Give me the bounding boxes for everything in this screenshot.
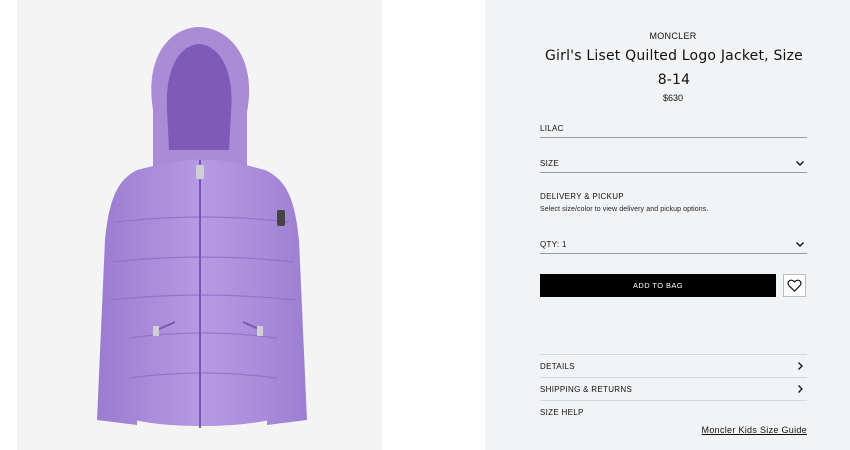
color-label: LILAC xyxy=(540,124,564,133)
size-help-label: SIZE HELP xyxy=(540,408,584,417)
quantity-dropdown[interactable]: QTY: 1 xyxy=(540,233,807,254)
qty-label: QTY: 1 xyxy=(540,240,567,249)
heart-icon xyxy=(787,279,802,292)
size-help-section: SIZE HELP Moncler Kids Size Guide xyxy=(540,400,807,441)
size-guide-link[interactable]: Moncler Kids Size Guide xyxy=(702,425,807,435)
details-accordion[interactable]: DETAILS xyxy=(540,354,807,378)
shipping-returns-accordion[interactable]: SHIPPING & RETURNS xyxy=(540,377,807,401)
product-price: $630 xyxy=(662,93,684,103)
color-selector[interactable]: LILAC xyxy=(540,117,807,138)
product-title: Girl's Liset Quilted Logo Jacket, Size 8… xyxy=(544,48,803,88)
chevron-down-icon xyxy=(796,161,804,166)
add-to-bag-button[interactable]: ADD TO BAG xyxy=(540,274,776,297)
details-label: DETAILS xyxy=(540,362,575,371)
size-dropdown[interactable]: SIZE xyxy=(540,152,807,173)
product-details-panel: MONCLER Girl's Liset Quilted Logo Jacket… xyxy=(485,0,850,450)
product-image[interactable] xyxy=(17,0,382,450)
delivery-title: DELIVERY & PICKUP xyxy=(540,192,624,201)
size-label: SIZE xyxy=(540,159,559,168)
shipping-label: SHIPPING & RETURNS xyxy=(540,385,633,394)
delivery-text: Select size/color to view delivery and p… xyxy=(540,206,709,213)
chevron-right-icon xyxy=(798,385,803,393)
chevron-right-icon xyxy=(798,362,803,370)
jacket-image xyxy=(97,27,307,428)
chevron-down-icon xyxy=(796,242,804,247)
wishlist-button[interactable] xyxy=(783,274,806,297)
brand-name[interactable]: MONCLER xyxy=(485,31,850,41)
